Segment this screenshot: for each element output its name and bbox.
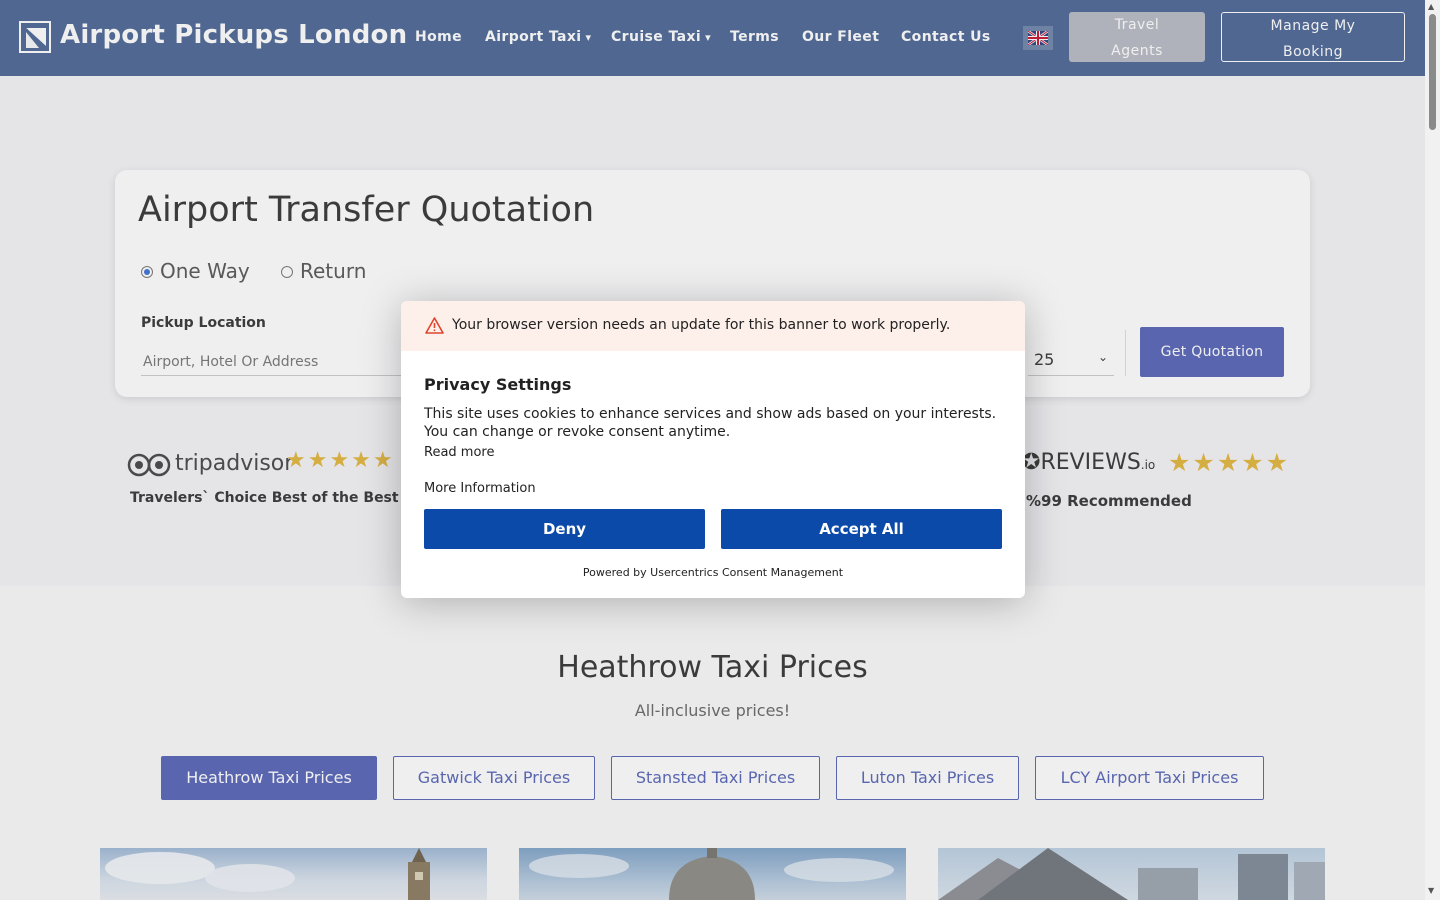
accept-all-button[interactable]: Accept All xyxy=(721,509,1002,549)
more-information-link[interactable]: More Information xyxy=(424,481,536,496)
page-scrollbar[interactable]: ▲ ▼ xyxy=(1425,0,1440,900)
privacy-consent-dialog: Your browser version needs an update for… xyxy=(401,301,1025,598)
powered-by-text: Powered by Usercentrics Consent Manageme… xyxy=(582,566,844,579)
scroll-thumb[interactable] xyxy=(1429,14,1436,130)
scroll-up-icon[interactable]: ▲ xyxy=(1428,2,1434,11)
scroll-down-icon[interactable]: ▼ xyxy=(1428,886,1434,895)
browser-warning-text: Your browser version needs an update for… xyxy=(452,317,951,333)
browser-warning-bar: Your browser version needs an update for… xyxy=(401,301,1025,351)
privacy-settings-body: This site uses cookies to enhance servic… xyxy=(424,406,997,440)
privacy-settings-title: Privacy Settings xyxy=(424,375,572,394)
warning-icon xyxy=(425,317,444,334)
read-more-link[interactable]: Read more xyxy=(424,445,494,460)
deny-button[interactable]: Deny xyxy=(424,509,705,549)
